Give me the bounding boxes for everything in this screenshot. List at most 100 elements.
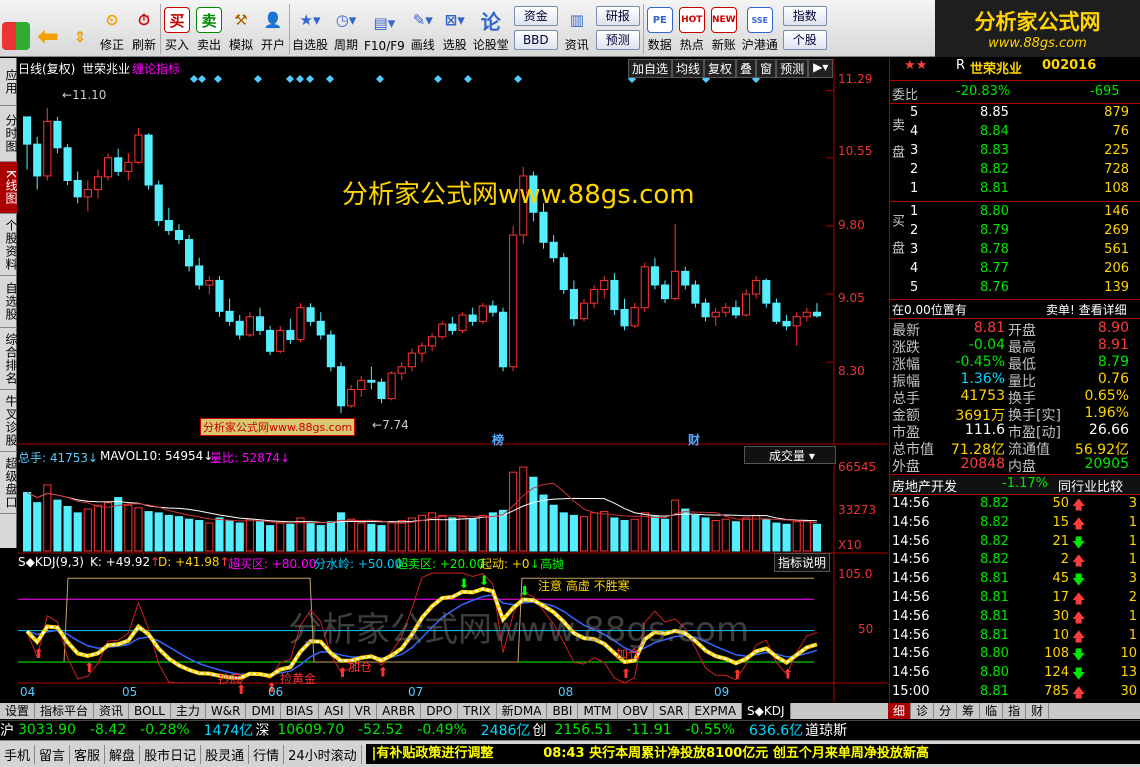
volume-bar[interactable] [741,517,751,552]
indicator-tab-newdma[interactable]: 新DMA [497,703,548,719]
candle-body[interactable] [701,302,710,318]
signal-diamond-icon[interactable] [514,75,522,83]
indicator-tab-bbi[interactable]: BBI [547,703,579,719]
volume-bar[interactable] [205,522,214,552]
candle-body[interactable] [33,143,42,177]
volume-bar[interactable] [357,522,366,552]
candle-body[interactable] [711,311,720,318]
candle-body[interactable] [610,279,619,311]
candle-body[interactable] [276,329,285,352]
volume-bar[interactable] [154,512,163,552]
volume-bar[interactable] [124,504,133,552]
candle-body[interactable] [579,302,589,320]
candle-body[interactable] [458,314,467,331]
volume-bar[interactable] [519,466,528,552]
up-arrow-signal-icon[interactable]: ⬆ [377,666,388,681]
signal-diamond-icon[interactable] [190,75,198,83]
candle-body[interactable] [225,310,234,322]
candle-body[interactable] [559,257,568,291]
volume-bar[interactable] [53,499,62,552]
candle-body[interactable] [185,239,194,267]
down-arrow-signal-icon[interactable]: ⬇ [479,574,490,589]
volume-bar[interactable] [752,514,761,552]
indicator-tab-vr[interactable]: VR [350,703,378,719]
indicator-tab-main[interactable]: 主力 [171,703,206,719]
candle-body[interactable] [316,320,325,336]
candle-body[interactable] [83,189,92,198]
sidebar-tab-stock-profile[interactable]: 个股资料 [0,214,18,276]
signal-diamond-icon[interactable] [254,75,262,83]
watchlist-button[interactable]: ★▾ 自选股 [290,0,330,56]
candle-body[interactable] [691,284,700,304]
candle-body[interactable] [407,352,416,368]
candle-body[interactable] [286,329,295,341]
window-button[interactable]: 窗 [756,59,777,78]
quote-tab-finance[interactable]: 财 [1026,703,1050,719]
candle-body[interactable] [387,372,396,400]
volume-bar[interactable] [579,516,589,552]
volume-bar[interactable] [326,521,335,552]
volume-bar[interactable] [650,516,659,552]
candle-body[interactable] [428,336,437,347]
candle-body[interactable] [23,116,32,145]
up-arrow-signal-icon[interactable]: ⬆ [337,666,348,681]
candle-body[interactable] [762,279,771,304]
status-24h[interactable]: 24小时滚动 [284,744,362,764]
data-button[interactable]: PE 数据 [644,0,676,56]
draw-line-button[interactable]: ✎▾ 画线 [407,0,439,56]
candle-body[interactable] [620,309,629,327]
candle-body[interactable] [650,266,659,286]
candle-body[interactable] [478,305,487,322]
candle-body[interactable] [731,307,740,316]
research-report-button[interactable]: 研报 [595,6,640,26]
industry-compare-link[interactable]: 同行业比较 [1058,476,1123,495]
candle-body[interactable] [245,316,254,336]
candle-body[interactable] [296,307,305,341]
volume-bar[interactable] [225,519,234,552]
volume-bar[interactable] [640,512,649,552]
sidebar-tab-diagnosis[interactable]: 牛叉诊股 [0,390,18,452]
volume-bar[interactable] [215,517,224,552]
predict-button[interactable]: 预测 [776,59,809,78]
volume-bar[interactable] [762,518,771,552]
volume-bar[interactable] [701,517,710,552]
candle-body[interactable] [377,381,386,400]
candle-body[interactable] [539,211,548,243]
volume-bar[interactable] [276,522,285,552]
candle-body[interactable] [124,161,133,172]
indicator-tab-boll[interactable]: BOLL [129,703,171,719]
status-diary[interactable]: 股市日记 [140,744,202,764]
volume-bar[interactable] [316,525,325,552]
candle-body[interactable] [93,176,103,191]
candle-body[interactable] [448,323,457,331]
volume-bar[interactable] [104,502,113,552]
volume-bar[interactable] [630,518,639,552]
new-account-button[interactable]: NEW 新账 [708,0,740,56]
simulate-button[interactable]: ⚒ 模拟 [225,0,257,56]
signal-diamond-icon[interactable] [464,75,472,83]
quote-tab-temp[interactable]: 临 [980,703,1004,719]
sidebar-tab-ranking[interactable]: 综合排名 [0,328,18,390]
candle-body[interactable] [468,314,477,322]
indicator-tab-asi[interactable]: ASI [319,703,350,719]
volume-bar[interactable] [93,504,103,552]
candle-body[interactable] [640,266,649,309]
candle-body[interactable] [134,134,143,163]
sidebar-tab-super-tape[interactable]: 超级盘口 [0,452,18,514]
candle-body[interactable] [63,147,72,181]
volume-bar[interactable] [336,512,346,552]
news-button[interactable]: ▥ 资讯 [561,0,593,56]
indicator-tab-wr[interactable]: W&R [206,703,247,719]
signal-diamond-icon[interactable] [198,75,206,83]
news-ticker[interactable]: |有补贴政策进行调整 08:43 央行本周累计净投放8100亿元 创五个月来单周… [365,744,1140,764]
sidebar-tab-intraday[interactable]: 分时图 [0,106,18,162]
status-message[interactable]: 留言 [35,744,71,764]
fund-button[interactable]: 资金 [513,6,558,26]
kline-chart-panel[interactable]: ⬆ ⬆ ⬆ ⬆ ⬆ ⬆ ⬇ ⬇ ⬇ ⬆ ⬆ ⬆ 日线(复权) 世荣兆业 缠论指标 加自选 均线 复权 … [18,58,888,702]
up-arrow-signal-icon[interactable]: ⬆ [33,647,44,662]
candle-body[interactable] [600,279,609,291]
sidebar-tab-kline[interactable]: K线图 [0,162,18,214]
volume-bar[interactable] [600,511,609,552]
up-arrow-signal-icon[interactable]: ⬆ [621,667,632,682]
indicator-tab-trix[interactable]: TRIX [458,703,497,719]
